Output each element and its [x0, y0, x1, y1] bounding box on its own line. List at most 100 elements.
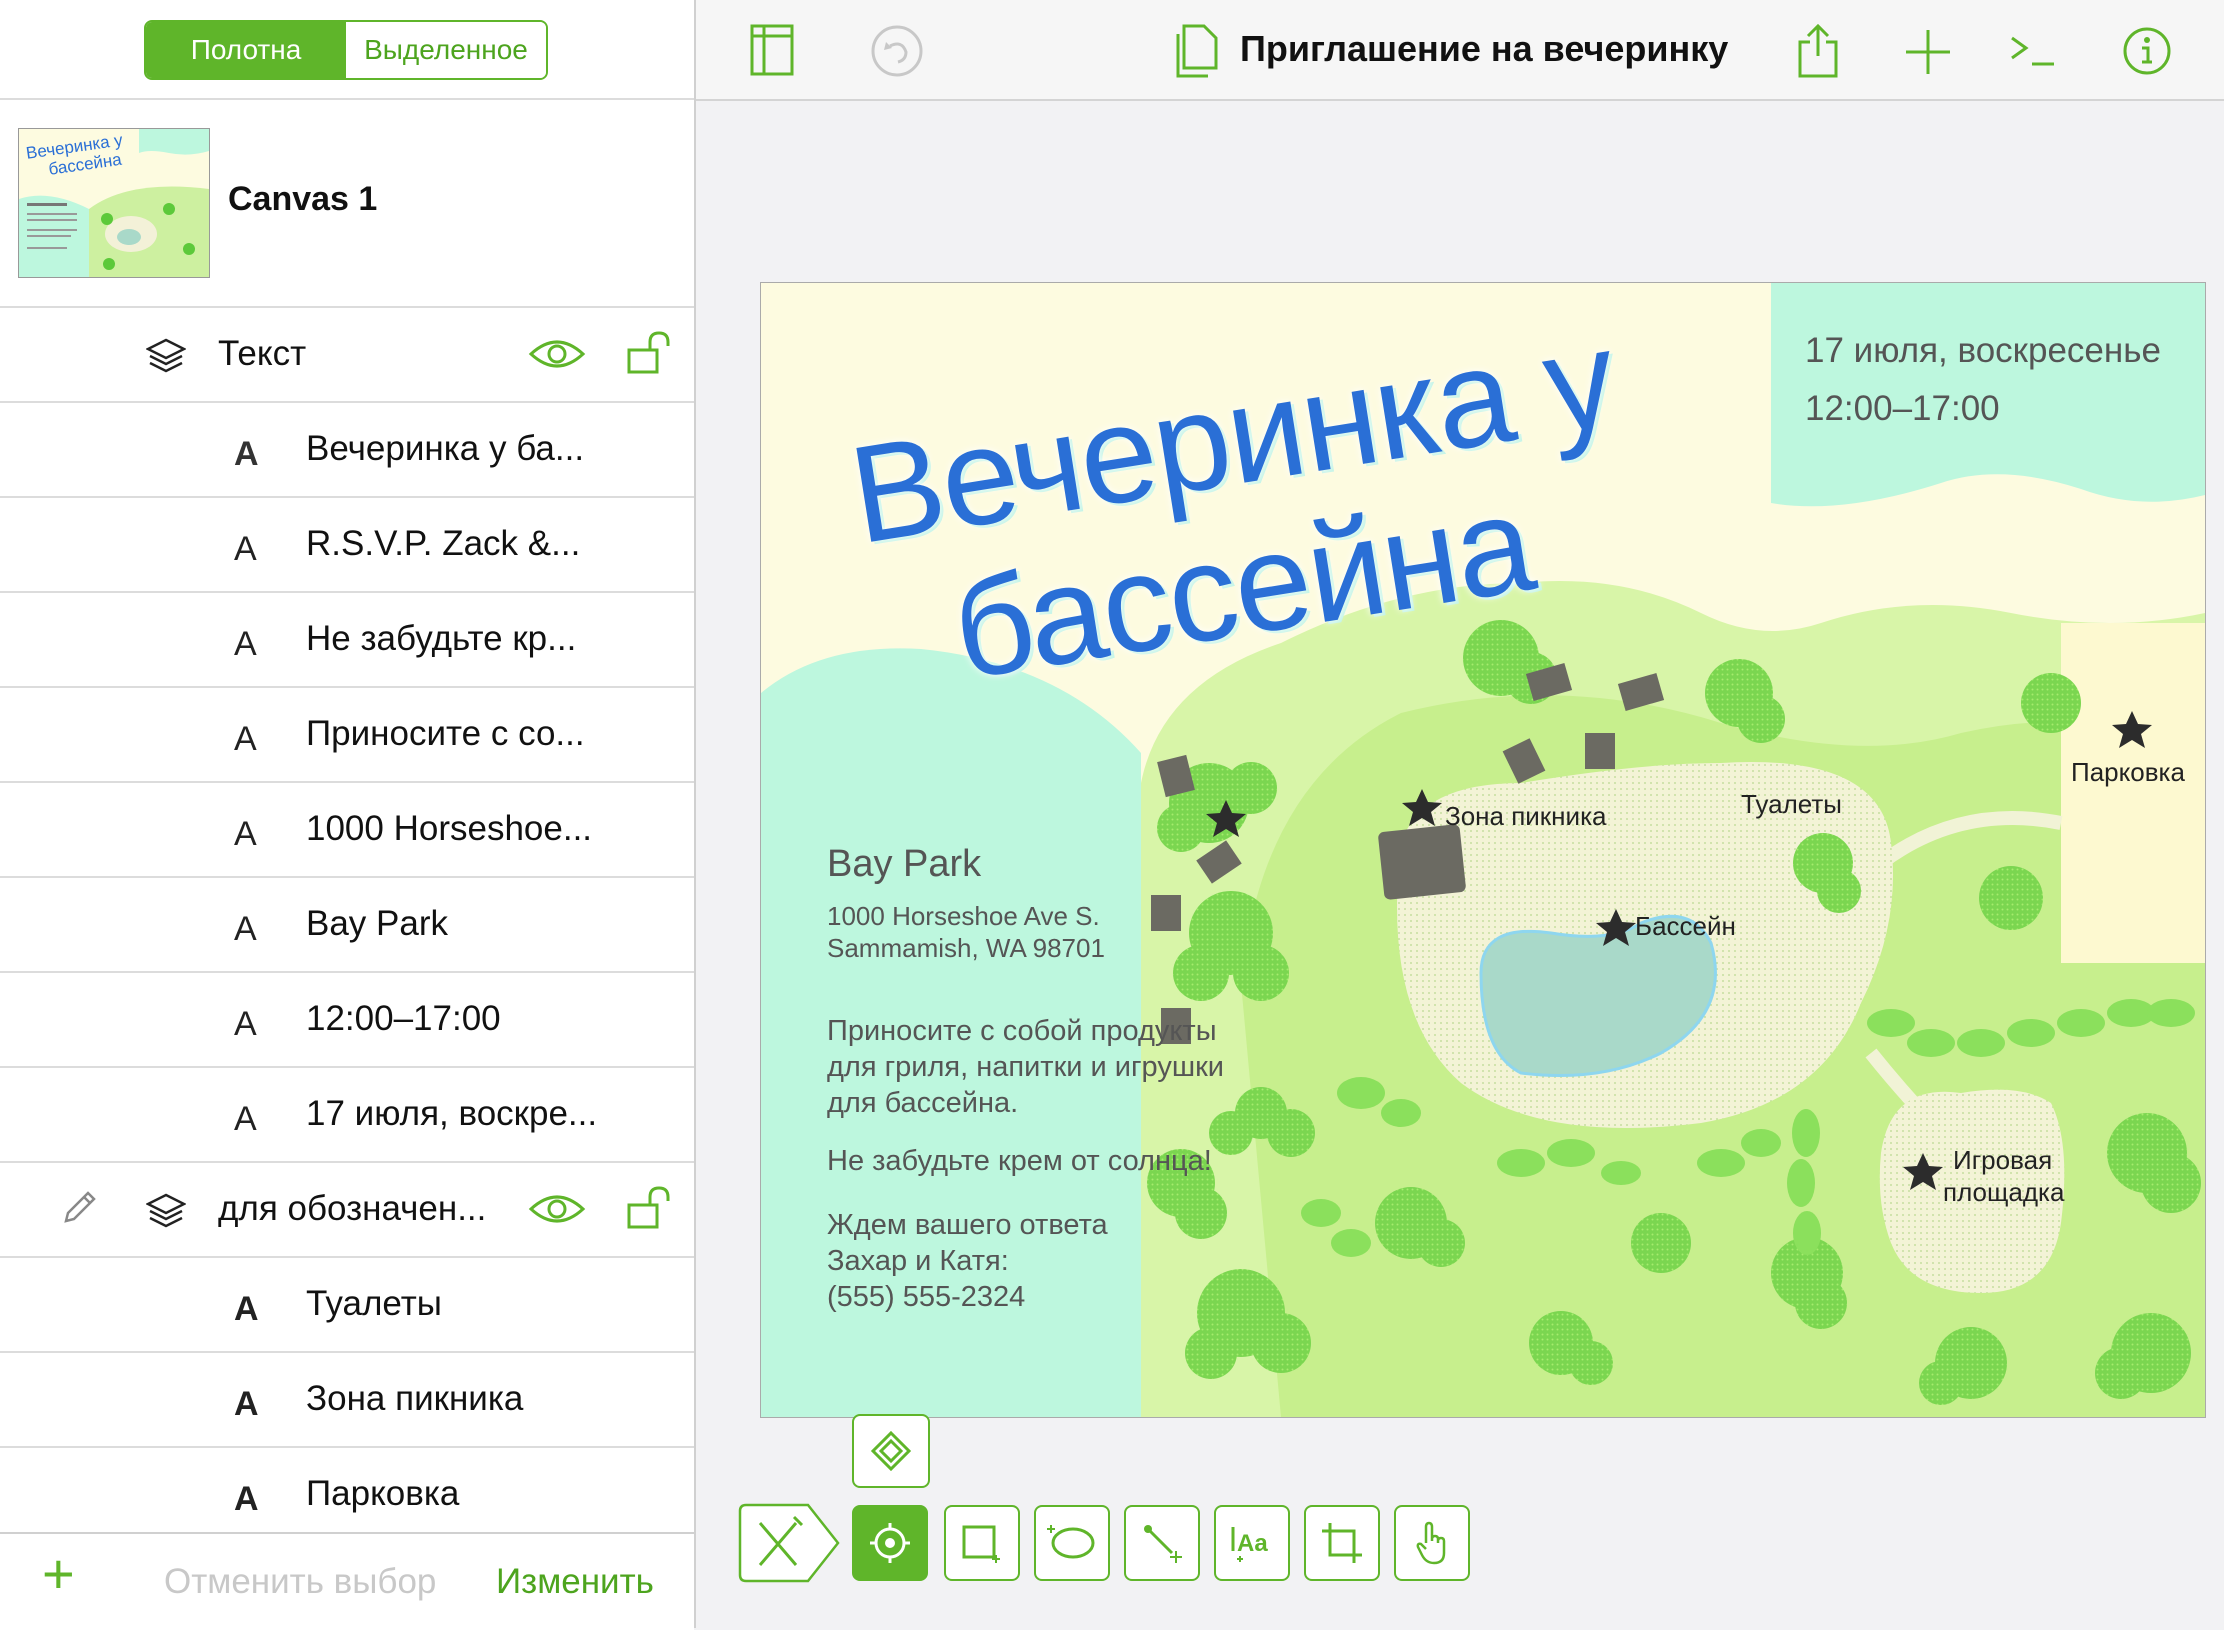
invitation-canvas[interactable]: Вечеринка у бассейна 17 июля, воскресень…: [760, 282, 2206, 1418]
crop-tool[interactable]: [1304, 1505, 1380, 1581]
line-tool[interactable]: [1124, 1505, 1200, 1581]
document-icon: [1176, 24, 1218, 78]
sunscreen-note[interactable]: Не забудьте крем от солнца!: [827, 1145, 1212, 1178]
document-title[interactable]: Приглашение на вечеринку: [1240, 28, 1728, 70]
segment-canvases[interactable]: Полотна: [146, 22, 346, 78]
style-popover-button[interactable]: [852, 1414, 930, 1488]
deselect-button[interactable]: Отменить выбор: [164, 1562, 436, 1602]
undo-icon[interactable]: [870, 24, 924, 78]
layer-item[interactable]: A Bay Park: [0, 878, 694, 973]
eye-icon[interactable]: [528, 1191, 586, 1227]
layer-item-label: 12:00–17:00: [306, 999, 501, 1038]
pencil-icon: [64, 1191, 96, 1223]
layer-group-labels[interactable]: для обозначен...: [0, 1163, 694, 1258]
text-tool-icon: Aa: [1231, 1527, 1268, 1562]
text-layer-icon: A: [234, 1385, 259, 1423]
edit-button[interactable]: Изменить: [496, 1562, 654, 1602]
layer-item[interactable]: A Парковка: [0, 1448, 694, 1532]
sidebar-bottom-bar: + Отменить выбор Изменить: [0, 1532, 694, 1630]
lasso-icon: [1047, 1525, 1095, 1559]
layer-item[interactable]: A Туалеты: [0, 1258, 694, 1353]
layer-item[interactable]: A 1000 Horseshoe...: [0, 783, 694, 878]
target-icon: [870, 1523, 910, 1563]
canvas-name: Canvas 1: [228, 180, 378, 218]
layer-group-label: для обозначен...: [218, 1189, 487, 1228]
hand-pointer-icon: [1416, 1521, 1446, 1565]
segment-selection[interactable]: Выделенное: [346, 22, 546, 78]
draw-tools-icon: [738, 1503, 840, 1583]
rectangle-icon: [962, 1525, 1000, 1563]
text-layer-icon: A: [234, 1005, 257, 1043]
layer-item-label: Приносите с со...: [306, 714, 585, 753]
text-layer-icon: A: [234, 720, 257, 758]
layer-item[interactable]: A Зона пикника: [0, 1353, 694, 1448]
layer-item[interactable]: A Вечеринка у ба...: [0, 403, 694, 498]
text-layer-icon: A: [234, 1480, 259, 1518]
text-tool[interactable]: Aa: [1214, 1505, 1290, 1581]
text-layer-icon: A: [234, 435, 259, 473]
layer-item-label: Не забудьте кр...: [306, 619, 577, 658]
address-line-1[interactable]: 1000 Horseshoe Ave S.: [827, 901, 1100, 932]
info-icon[interactable]: [2122, 26, 2172, 76]
layers-icon: [146, 338, 186, 373]
layer-item[interactable]: A Приносите с со...: [0, 688, 694, 783]
text-layer-icon: A: [234, 815, 257, 853]
add-layer-button[interactable]: +: [42, 1544, 75, 1604]
layer-item[interactable]: A R.S.V.P. Zack &...: [0, 498, 694, 593]
eye-icon[interactable]: [528, 336, 586, 372]
sidebar-toggle-icon[interactable]: [750, 24, 794, 76]
map-label-playground-1[interactable]: Игровая: [1953, 1145, 2052, 1176]
layer-item-label: Bay Park: [306, 904, 448, 943]
selection-tool[interactable]: [852, 1505, 928, 1581]
unlock-icon[interactable]: [626, 330, 674, 376]
place-name[interactable]: Bay Park: [827, 843, 981, 886]
text-layer-icon: A: [234, 530, 257, 568]
layers-sidebar: Полотна Выделенное Вечеринка убассейна: [0, 0, 696, 1630]
layer-item-label: 17 июля, воскре...: [306, 1094, 598, 1133]
invitation-date[interactable]: 17 июля, воскресенье: [1805, 331, 2161, 371]
bring-note-3[interactable]: для бассейна.: [827, 1087, 1018, 1120]
canvas-row[interactable]: Вечеринка у бассейна Canvas 1: [0, 100, 694, 308]
layer-item-label: Зона пикника: [306, 1379, 524, 1418]
map-label-picnic[interactable]: Зона пикника: [1445, 801, 1606, 832]
rsvp-phone[interactable]: (555) 555-2324: [827, 1281, 1025, 1314]
shape-tool[interactable]: [944, 1505, 1020, 1581]
layer-item-label: R.S.V.P. Zack &...: [306, 524, 581, 563]
layer-group-label: Текст: [218, 334, 307, 373]
bring-note-1[interactable]: Приносите с собой продукты: [827, 1015, 1217, 1048]
text-layer-icon: A: [234, 910, 257, 948]
layer-group-text[interactable]: Текст: [0, 308, 694, 403]
tool-mode-button[interactable]: [738, 1503, 842, 1583]
diamond-icon: [871, 1431, 911, 1471]
console-icon[interactable]: [2008, 34, 2056, 70]
canvas-thumbnail: Вечеринка у бассейна: [18, 128, 210, 278]
map-label-parking[interactable]: Парковка: [2071, 757, 2185, 788]
layer-item[interactable]: A 17 июля, воскре...: [0, 1068, 694, 1163]
address-line-2[interactable]: Sammamish, WA 98701: [827, 933, 1105, 964]
add-icon[interactable]: [1904, 28, 1952, 76]
layers-icon: [146, 1193, 186, 1228]
crop-icon: [1322, 1523, 1362, 1563]
bring-note-2[interactable]: для гриля, напитки и игрушки: [827, 1051, 1224, 1084]
unlock-icon[interactable]: [626, 1185, 674, 1231]
map-label-playground-2[interactable]: площадка: [1943, 1177, 2064, 1208]
text-layer-icon: A: [234, 625, 257, 663]
layer-item[interactable]: A Не забудьте кр...: [0, 593, 694, 688]
browse-tool[interactable]: [1394, 1505, 1470, 1581]
invitation-time[interactable]: 12:00–17:00: [1805, 389, 2000, 429]
freehand-tool[interactable]: [1034, 1505, 1110, 1581]
layer-item-label: Парковка: [306, 1474, 460, 1513]
text-layer-icon: A: [234, 1290, 259, 1328]
layer-item[interactable]: A 12:00–17:00: [0, 973, 694, 1068]
layer-item-label: Туалеты: [306, 1284, 442, 1323]
share-icon[interactable]: [1796, 22, 1840, 80]
rsvp-line-1[interactable]: Ждем вашего ответа: [827, 1209, 1108, 1242]
svg-text:Aa: Aa: [1237, 1530, 1268, 1557]
rsvp-line-2[interactable]: Захар и Катя:: [827, 1245, 1009, 1278]
map-label-toilets[interactable]: Туалеты: [1741, 789, 1842, 820]
text-layer-icon: A: [234, 1100, 257, 1138]
map-label-pool[interactable]: Бассейн: [1635, 911, 1736, 942]
layer-item-label: Вечеринка у ба...: [306, 429, 585, 468]
view-segmented-control[interactable]: Полотна Выделенное: [144, 20, 548, 80]
layer-item-label: 1000 Horseshoe...: [306, 809, 593, 848]
